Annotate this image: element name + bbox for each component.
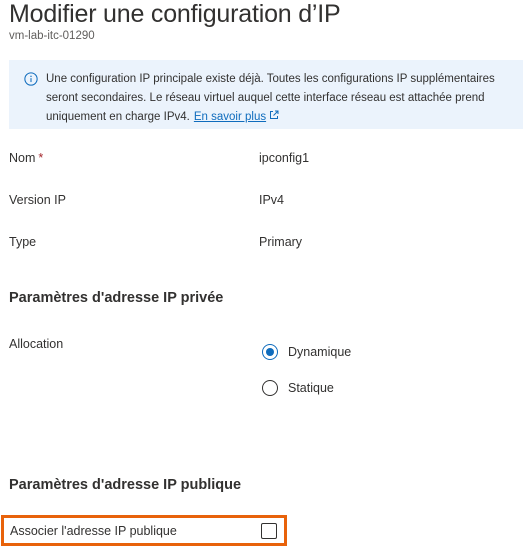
public-ip-heading: Paramètres d'adresse IP publique [9,477,242,493]
info-banner: Une configuration IP principale existe d… [9,60,523,129]
associate-public-ip-checkbox[interactable] [261,523,277,539]
external-link-icon[interactable] [269,110,279,120]
associate-public-ip-highlight: Associer l'adresse IP publique [1,515,287,546]
info-banner-text: Une configuration IP principale existe d… [46,70,516,127]
learn-more-link[interactable]: En savoir plus [194,111,266,123]
resource-name-subtitle: vm-lab-itc-01290 [9,30,95,42]
private-ip-heading: Paramètres d'adresse IP privée [9,290,224,306]
radio-dynamic[interactable]: Dynamique [262,344,351,360]
radio-static-indicator[interactable] [262,380,278,396]
radio-static-label[interactable]: Statique [288,381,334,395]
name-value: ipconfig1 [259,151,310,165]
allocation-label: Allocation [9,337,64,351]
radio-selected-dot [266,348,274,356]
type-label: Type [9,235,37,249]
required-asterisk: * [38,151,44,165]
info-icon [24,72,38,86]
name-label: Nom * [9,151,43,165]
associate-public-ip-label: Associer l'adresse IP publique [10,524,177,538]
ip-version-label: Version IP [9,193,66,207]
radio-dynamic-indicator[interactable] [262,344,278,360]
type-value: Primary [259,235,303,249]
ip-version-value: IPv4 [259,193,285,207]
radio-static[interactable]: Statique [262,380,334,396]
page-title: Modifier une configuration d’IP [9,0,341,28]
radio-dynamic-label[interactable]: Dynamique [288,345,351,359]
name-label-text: Nom [9,151,36,165]
